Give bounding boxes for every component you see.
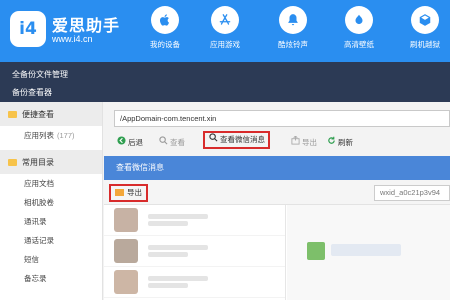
search-icon — [158, 134, 168, 152]
export-label: 导出 — [302, 138, 317, 147]
sidebar-item-label: 相机胶卷 — [24, 198, 54, 207]
apple-icon — [151, 6, 179, 34]
blurred-text — [148, 283, 188, 288]
sidebar-section-title: 常用目录 — [22, 157, 54, 167]
message-bubble — [331, 244, 401, 256]
sidebar-section-title: 便捷查看 — [22, 109, 54, 119]
main-panel: /AppDomain-com.tencent.xin 后退 查看 查看微信消息 … — [104, 102, 450, 300]
folder-icon — [8, 158, 17, 166]
sidebar-item-label: 短信 — [24, 255, 39, 264]
brand-url: www.i4.cn — [52, 34, 93, 44]
nav-label: 刷机越狱 — [410, 40, 440, 49]
blurred-text — [148, 252, 188, 257]
list-item[interactable] — [104, 267, 285, 298]
refresh-label: 刷新 — [338, 138, 353, 147]
avatar — [114, 270, 138, 294]
file-toolbar: 后退 查看 查看微信消息 导出 刷新 — [112, 131, 450, 152]
backup-viewer-link[interactable]: 备份查看器 — [12, 87, 52, 98]
wallpaper-icon — [345, 6, 373, 34]
blurred-text — [148, 214, 208, 219]
dialog-toolbar: 导出 wxid_a0c21p3v94 — [104, 180, 450, 205]
nav-apps-games[interactable]: 应用游戏 — [200, 6, 250, 56]
view-wechat-messages-button[interactable]: 查看微信消息 — [203, 131, 270, 149]
export-label: 导出 — [127, 188, 142, 197]
sidebar-section-common-dirs[interactable]: 常用目录 — [0, 150, 102, 174]
avatar — [114, 208, 138, 232]
sidebar-item-label: 通话记录 — [24, 236, 54, 245]
nav-label: 酷炫铃声 — [278, 40, 308, 49]
sidebar-item-app-list[interactable]: 应用列表 (177) — [0, 126, 102, 145]
wechat-messages-dialog: 查看微信消息 导出 wxid_a0c21p3v94 — [104, 156, 450, 300]
wxid-field[interactable]: wxid_a0c21p3v94 — [374, 185, 450, 201]
export-icon — [115, 189, 124, 196]
export-icon — [290, 134, 300, 152]
nav-label: 应用游戏 — [210, 40, 240, 49]
brand-name: 爱思助手 — [52, 18, 121, 35]
back-label: 后退 — [128, 138, 143, 147]
refresh-button[interactable]: 刷新 — [326, 134, 353, 152]
sidebar-section-quick-view[interactable]: 便捷查看 — [0, 102, 102, 126]
box-icon — [411, 6, 439, 34]
nav-ringtones[interactable]: 酷炫铃声 — [268, 6, 318, 56]
nav-my-device[interactable]: 我的设备 — [140, 6, 190, 56]
sidebar: 便捷查看 应用列表 (177) 常用目录 应用文档 相机胶卷 通讯录 通话记录 … — [0, 102, 103, 300]
avatar — [114, 239, 138, 263]
sidebar-item-sms[interactable]: 短信 — [0, 250, 102, 269]
sidebar-item-label: 备忘录 — [24, 274, 47, 283]
list-item[interactable] — [104, 205, 285, 236]
contact-list — [104, 205, 286, 300]
list-item[interactable] — [104, 236, 285, 267]
bell-icon — [279, 6, 307, 34]
sidebar-item-notes[interactable]: 备忘录 — [0, 269, 102, 288]
nav-flash-jailbreak[interactable]: 刷机越狱 — [400, 6, 450, 56]
app-header: i4 爱思助手 www.i4.cn 我的设备 应用游戏 酷炫铃声 高清壁纸 刷机… — [0, 0, 450, 62]
nav-label: 高清壁纸 — [344, 40, 374, 49]
sidebar-item-call-log[interactable]: 通话记录 — [0, 231, 102, 250]
export-button[interactable]: 导出 — [109, 184, 148, 202]
magnifier-icon — [208, 133, 218, 147]
back-button[interactable]: 后退 — [116, 134, 143, 152]
sidebar-item-label: 应用列表 — [24, 131, 54, 140]
app-store-icon — [211, 6, 239, 34]
sidebar-item-contacts[interactable]: 通讯录 — [0, 212, 102, 231]
sidebar-item-label: 应用文档 — [24, 179, 54, 188]
nav-wallpapers[interactable]: 高清壁纸 — [334, 6, 384, 56]
menu-bar: 全备份文件管理 备份查看器 — [0, 62, 450, 102]
avatar — [307, 242, 325, 260]
blurred-text — [148, 221, 188, 226]
i4-logo: i4 — [10, 11, 46, 47]
message-detail-pane — [287, 205, 450, 300]
dialog-title: 查看微信消息 — [104, 156, 450, 180]
path-input[interactable]: /AppDomain-com.tencent.xin — [114, 110, 450, 127]
app-count: (177) — [57, 131, 75, 140]
sidebar-item-label: 通讯录 — [24, 217, 47, 226]
full-backup-manager-link[interactable]: 全备份文件管理 — [12, 69, 68, 80]
search-label: 查看 — [170, 138, 185, 147]
sidebar-item-app-docs[interactable]: 应用文档 — [0, 174, 102, 193]
search-button[interactable]: 查看 — [158, 134, 185, 152]
blurred-text — [148, 245, 208, 250]
blurred-text — [148, 276, 208, 281]
folder-icon — [8, 110, 17, 118]
refresh-icon — [326, 134, 336, 152]
view-wechat-label: 查看微信消息 — [220, 135, 265, 144]
logo-text: i4 — [19, 19, 37, 39]
sidebar-item-camera-roll[interactable]: 相机胶卷 — [0, 193, 102, 212]
export-toolbar-button[interactable]: 导出 — [290, 134, 317, 152]
nav-label: 我的设备 — [150, 40, 180, 49]
back-arrow-icon — [116, 134, 126, 152]
